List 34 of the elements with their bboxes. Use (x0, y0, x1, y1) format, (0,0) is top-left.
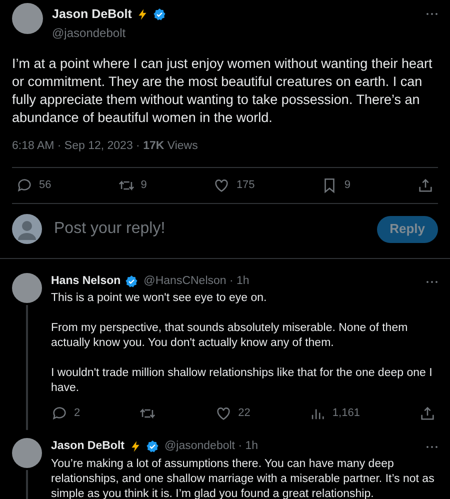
avatar-photo (12, 273, 42, 303)
action-count: 9 (344, 178, 350, 194)
reply-input[interactable]: Post your reply! (54, 217, 365, 241)
action-count: 1,161 (332, 406, 360, 421)
author-name: Jason DeBolt (52, 6, 132, 23)
author-name: Jason DeBolt (51, 439, 124, 454)
avatar-photo (12, 438, 42, 468)
heart-icon[interactable] (215, 404, 232, 422)
tweet-text: I’m at a point where I can just enjoy women without wanting their heart or commitment. They are the most beautiful creatures on earth. I can fully appreciate them without wanting to take possession. There’s an abundance of beautiful women in the world. (12, 54, 434, 127)
more-icon[interactable] (426, 280, 438, 284)
action-count: 2 (74, 406, 80, 421)
reply-text: From my perspective, that sounds absolutely miserable. None of them actually know you. You don't actually know any of them. (51, 321, 409, 352)
reply-text: I wouldn't trade million shallow relationships like that for the one deep one I have. (51, 366, 434, 396)
reply-icon[interactable] (51, 404, 68, 422)
reply-button[interactable]: Reply (376, 216, 438, 242)
action-count: 9 (140, 178, 147, 194)
author-handle: @jasondebolt · 1h (164, 439, 258, 454)
action-count: 175 (236, 178, 255, 194)
more-icon[interactable] (426, 12, 438, 16)
avatar-photo (12, 3, 43, 34)
user-avatar-icon (12, 214, 42, 244)
tweet-meta: 6:18 AM · Sep 12, 2023 · 17K Views (12, 138, 199, 154)
reply-text: This is a point we won't see eye to eye on. (51, 291, 268, 306)
author-handle: @jasondebolt (52, 24, 127, 42)
action-count: 22 (238, 406, 250, 421)
share-icon[interactable] (418, 404, 436, 422)
author-name: Hans Nelson (51, 274, 121, 289)
reply-icon[interactable] (16, 177, 33, 194)
heart-icon[interactable] (213, 177, 230, 194)
action-count: 56 (39, 178, 52, 194)
share-icon[interactable] (416, 177, 434, 194)
more-icon[interactable] (426, 444, 438, 449)
author-handle: @HansCNelson · 1h (144, 274, 250, 289)
reply-text: You’re making a lot of assumptions there. You can have many deep relationships, and one shallow marriage with a miserable partner. It’s not as simple as you think it is. I’m glad you found a great relationship. (51, 456, 436, 499)
